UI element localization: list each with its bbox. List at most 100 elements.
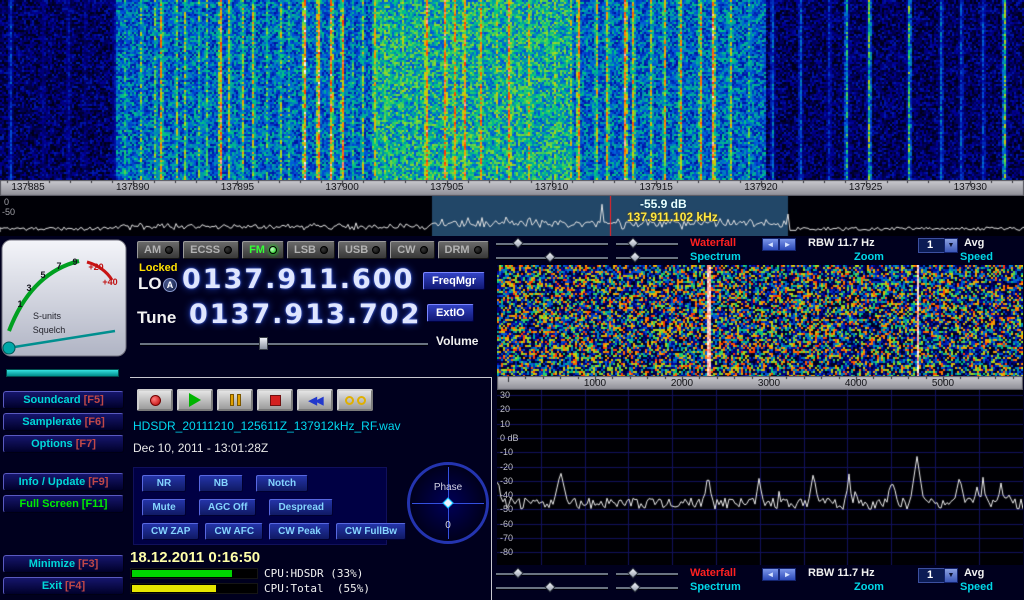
waterfall-range-slider[interactable]: [616, 568, 678, 580]
phase-center-marker-icon: [442, 497, 453, 508]
spectrum-range-slider[interactable]: [616, 582, 678, 594]
spectrum-range-slider[interactable]: [616, 252, 678, 264]
s-meter-needle-hub[interactable]: [3, 342, 15, 354]
s-meter-tick-label: 7: [56, 261, 61, 271]
s-meter-squelch-label: Squelch: [33, 325, 66, 335]
stop-button[interactable]: [257, 389, 293, 411]
waterfall-range-slider[interactable]: [616, 238, 678, 250]
mode-fm-button[interactable]: FM: [242, 241, 284, 259]
spectrum-level-slider-thumb[interactable]: [544, 251, 555, 262]
spectrum-level-slider[interactable]: [496, 582, 608, 594]
freqmgr-button[interactable]: FreqMgr: [423, 272, 485, 290]
avg-select-arrow-icon[interactable]: ▼: [944, 568, 958, 583]
scroll-left-button[interactable]: ◄: [762, 238, 779, 251]
avg-select[interactable]: 1 ▼: [918, 238, 958, 253]
pause-button[interactable]: [217, 389, 253, 411]
cw-afc-button[interactable]: CW AFC: [205, 523, 263, 540]
minimize-button-key: [F3]: [78, 558, 98, 570]
minimize-button[interactable]: Minimize[F3]: [3, 555, 124, 573]
cpu-hdsdr-bar: [130, 568, 258, 579]
spectrum-level-slider[interactable]: [496, 252, 608, 264]
tune-frequency-display[interactable]: 0137.913.702: [189, 299, 421, 330]
mode-lsb-led-icon: [320, 246, 328, 254]
frequency-scale[interactable]: [0, 180, 1024, 196]
spectrum-range-slider-thumb[interactable]: [629, 581, 640, 592]
spectrum-level-slider-thumb[interactable]: [544, 581, 555, 592]
record-button[interactable]: [137, 389, 173, 411]
s-meter: 13579+20+40 S-units Squelch: [1, 239, 127, 357]
extio-button[interactable]: ExtIO: [427, 304, 474, 322]
nb-button[interactable]: NB: [199, 475, 243, 492]
cw-fullbw-button[interactable]: CW FullBw: [336, 523, 406, 540]
play-button[interactable]: [177, 389, 213, 411]
mode-ecss-button[interactable]: ECSS: [183, 241, 239, 259]
lo-sync-button[interactable]: A: [163, 278, 177, 292]
mode-cw-button[interactable]: CW: [390, 241, 434, 259]
s-meter-tick-label: +20: [88, 262, 103, 272]
avg-select[interactable]: 1 ▼: [918, 568, 958, 583]
agc-off-button[interactable]: AGC Off: [199, 499, 256, 516]
waterfall-level-slider[interactable]: [496, 238, 608, 250]
spectrum-range-slider-thumb[interactable]: [629, 251, 640, 262]
audio-spectrum-display[interactable]: [497, 390, 1023, 565]
waterfall-level-slider-thumb[interactable]: [513, 567, 524, 578]
nr-button[interactable]: NR: [142, 475, 186, 492]
squelch-level-bar[interactable]: [6, 369, 119, 377]
mode-am-button[interactable]: AM: [137, 241, 180, 259]
waterfall-range-slider-thumb[interactable]: [628, 567, 639, 578]
cw-peak-button[interactable]: CW Peak: [269, 523, 330, 540]
soundcard-button-label: Soundcard: [23, 394, 80, 406]
cpu-hdsdr-label: CPU:HDSDR (33%): [264, 567, 363, 580]
display-controls-bottom: Waterfall Spectrum ◄ ► RBW 11.7 Hz Zoom …: [494, 567, 1024, 597]
scroll-right-button[interactable]: ►: [779, 568, 796, 581]
recording-filename: HDSDR_20111210_125611Z_137912kHz_RF.wav: [133, 419, 401, 433]
scroll-left-button[interactable]: ◄: [762, 568, 779, 581]
panel-divider-horizontal: [130, 377, 491, 378]
dsp-panel: NR NB Notch Mute AGC Off Despread CW ZAP…: [133, 467, 387, 545]
lo-frequency-display[interactable]: 0137.911.600: [182, 264, 414, 295]
display-controls-top: Waterfall Spectrum ◄ ► RBW 11.7 Hz Zoom …: [494, 237, 1024, 267]
waterfall-level-slider[interactable]: [496, 568, 608, 580]
avg-label: Avg: [964, 567, 984, 579]
s-meter-tick-label: 1: [17, 299, 22, 309]
mode-usb-button[interactable]: USB: [338, 241, 387, 259]
zoom-frequency-scale[interactable]: [497, 376, 1023, 390]
cw-zap-button[interactable]: CW ZAP: [142, 523, 199, 540]
despread-button[interactable]: Despread: [269, 499, 333, 516]
tune-label: Tune: [137, 308, 176, 328]
volume-slider[interactable]: [140, 337, 428, 351]
cursor-db-readout: -55.9 dB: [640, 197, 687, 211]
zoom-waterfall-display[interactable]: [497, 265, 1023, 376]
notch-button[interactable]: Notch: [256, 475, 308, 492]
volume-label: Volume: [436, 334, 478, 348]
samplerate-button[interactable]: Samplerate[F6]: [3, 413, 124, 431]
mute-button[interactable]: Mute: [142, 499, 186, 516]
avg-select-arrow-icon[interactable]: ▼: [944, 238, 958, 253]
soundcard-button[interactable]: Soundcard[F5]: [3, 391, 124, 409]
loop-button[interactable]: [337, 389, 373, 411]
mode-lsb-label: LSB: [294, 244, 316, 256]
info-update-button[interactable]: Info / Update[F9]: [3, 473, 124, 491]
mode-ecss-led-icon: [224, 246, 232, 254]
phase-dial[interactable]: Phase 0: [407, 462, 489, 544]
exit-button[interactable]: Exit[F4]: [3, 577, 124, 595]
waterfall-range-slider-thumb[interactable]: [628, 237, 639, 248]
full-screen-button-label: Full Screen: [20, 498, 79, 510]
scroll-right-button[interactable]: ►: [779, 238, 796, 251]
rewind-button[interactable]: ◀◀: [297, 389, 333, 411]
waterfall-level-slider-thumb[interactable]: [513, 237, 524, 248]
options-button[interactable]: Options[F7]: [3, 435, 124, 453]
full-screen-button[interactable]: Full Screen[F11]: [3, 495, 124, 513]
mode-drm-button[interactable]: DRM: [438, 241, 489, 259]
cursor-frequency-readout: 137.911.102 kHz: [627, 210, 718, 224]
record-icon: [150, 395, 161, 406]
main-waterfall-display[interactable]: [0, 0, 1024, 180]
overview-spectrum-display[interactable]: [0, 196, 1024, 236]
minimize-button-label: Minimize: [29, 558, 75, 570]
s-meter-units-label: S-units: [33, 311, 62, 321]
samplerate-button-key: [F6]: [85, 416, 105, 428]
lo-label: LO: [138, 274, 162, 294]
speed-label: Speed: [960, 581, 993, 593]
volume-slider-thumb[interactable]: [259, 337, 268, 350]
mode-lsb-button[interactable]: LSB: [287, 241, 335, 259]
